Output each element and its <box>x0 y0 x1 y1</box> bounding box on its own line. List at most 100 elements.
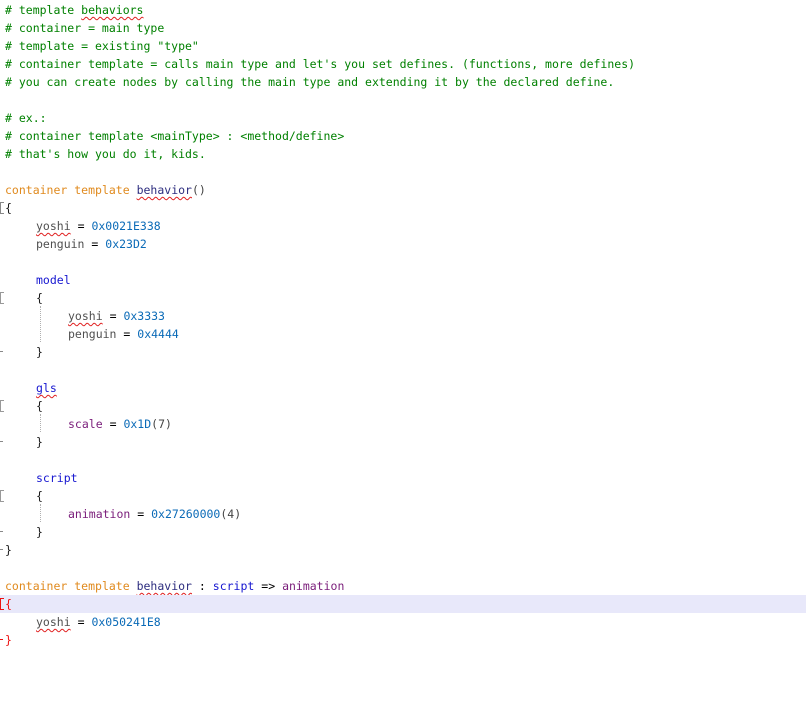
section-label: model <box>36 273 71 287</box>
code-line[interactable]: penguin = 0x23D2 <box>0 235 806 253</box>
code-line[interactable]: } <box>0 631 806 649</box>
section-label: script <box>36 471 78 485</box>
fold-marker-icon[interactable] <box>0 400 4 412</box>
assignment: yoshi = 0x3333 <box>68 307 165 325</box>
code-line[interactable]: gls <box>0 379 806 397</box>
code-line[interactable]: yoshi = 0x3333 <box>0 307 806 325</box>
assignment: penguin = 0x23D2 <box>36 235 147 253</box>
code-line[interactable]: # container template <mainType> : <metho… <box>0 127 806 145</box>
code-line[interactable]: { <box>0 487 806 505</box>
close-brace: } <box>36 525 43 539</box>
field-name: yoshi <box>36 219 71 233</box>
code-line[interactable]: # template behaviors <box>0 1 806 19</box>
hex-value: 0x4444 <box>137 327 179 341</box>
field-name: yoshi <box>36 615 71 629</box>
assignment: yoshi = 0x0021E338 <box>36 217 161 235</box>
code-line[interactable]: # template = existing "type" <box>0 37 806 55</box>
open-brace: { <box>5 201 12 215</box>
code-line[interactable]: container template behavior() <box>0 181 806 199</box>
operator: = <box>109 309 117 323</box>
comment: # container template <mainType> : <metho… <box>5 129 345 143</box>
fold-marker-icon[interactable] <box>0 292 4 304</box>
code-line[interactable]: { <box>0 199 806 217</box>
arrow-operator: => <box>261 579 276 593</box>
operator: = <box>77 219 85 233</box>
fold-marker-icon[interactable] <box>0 598 4 610</box>
code-line[interactable]: penguin = 0x4444 <box>0 325 806 343</box>
comment: # template behaviors <box>5 1 143 19</box>
block-header: container template behavior : script => … <box>5 577 344 595</box>
code-line[interactable]: # that's how you do it, kids. <box>0 145 806 163</box>
code-line[interactable]: } <box>0 541 806 559</box>
fold-end-marker <box>0 441 3 442</box>
fold-end-marker <box>0 351 3 352</box>
hex-value: 0x050241E8 <box>91 615 161 629</box>
keyword-template: template <box>74 183 130 197</box>
hex-value: 0x3333 <box>123 309 165 323</box>
argument: (7) <box>151 417 172 431</box>
code-line[interactable]: script <box>0 469 806 487</box>
assignment: scale = 0x1D(7) <box>68 415 172 433</box>
argument: (4) <box>220 507 242 521</box>
close-brace: } <box>36 435 43 449</box>
field-name: penguin <box>36 237 85 251</box>
indent-guide <box>40 414 41 432</box>
close-brace: } <box>5 633 12 647</box>
code-line[interactable]: # container = main type <box>0 19 806 37</box>
hex-value: 0x27260000 <box>151 507 221 521</box>
comment: # ex.: <box>5 111 47 125</box>
parens: () <box>191 183 206 197</box>
open-brace: { <box>36 291 43 305</box>
code-line[interactable]: container template behavior : script => … <box>0 577 806 595</box>
section-label: gls <box>36 381 57 395</box>
operator: = <box>91 237 99 251</box>
code-line[interactable]: yoshi = 0x0021E338 <box>0 217 806 235</box>
current-line[interactable]: { <box>0 595 806 613</box>
comment: # container template = calls main type a… <box>5 57 636 71</box>
fold-end-marker <box>0 549 3 550</box>
code-editor[interactable]: # template behaviors # container = main … <box>0 0 806 654</box>
open-brace: { <box>5 597 12 611</box>
block-header: container template behavior() <box>5 181 206 199</box>
field-name: scale <box>68 417 103 431</box>
code-line[interactable]: animation = 0x27260000(4) <box>0 505 806 523</box>
code-line[interactable]: scale = 0x1D(7) <box>0 415 806 433</box>
indent-guide <box>40 306 41 342</box>
code-line[interactable]: # you can create nodes by calling the ma… <box>0 73 806 91</box>
code-line[interactable]: } <box>0 343 806 361</box>
code-line[interactable]: model <box>0 271 806 289</box>
hex-value: 0x23D2 <box>105 237 147 251</box>
code-line[interactable]: # container template = calls main type a… <box>0 55 806 73</box>
code-line[interactable]: } <box>0 433 806 451</box>
code-line[interactable]: yoshi = 0x050241E8 <box>0 613 806 631</box>
method-name: script <box>212 579 255 593</box>
assignment: yoshi = 0x050241E8 <box>36 613 161 631</box>
block-name: behavior <box>136 183 192 197</box>
comment: # template = existing "type" <box>5 39 199 53</box>
code-line[interactable]: { <box>0 397 806 415</box>
operator: = <box>109 417 117 431</box>
colon: : <box>198 579 206 593</box>
close-brace: } <box>36 345 43 359</box>
keyword-template: template <box>74 579 130 593</box>
comment-prefix: # template <box>5 3 82 17</box>
keyword-container: container <box>5 183 68 197</box>
code-line[interactable]: { <box>0 289 806 307</box>
assignment: animation = 0x27260000(4) <box>68 505 241 523</box>
operator: = <box>123 327 131 341</box>
fold-marker-icon[interactable] <box>0 202 4 214</box>
spell-error: behaviors <box>81 3 144 17</box>
code-line[interactable]: } <box>0 523 806 541</box>
fold-marker-icon[interactable] <box>0 490 4 502</box>
open-brace: { <box>36 489 43 503</box>
code-line[interactable]: # ex.: <box>0 109 806 127</box>
comment: # you can create nodes by calling the ma… <box>5 75 615 89</box>
operator: = <box>77 615 85 629</box>
open-brace: { <box>36 399 43 413</box>
keyword-container: container <box>5 579 68 593</box>
field-name: animation <box>68 507 131 521</box>
comment: # container = main type <box>5 21 165 35</box>
field-name: yoshi <box>68 309 103 323</box>
fold-end-marker <box>0 531 3 532</box>
indent-guide <box>40 504 41 522</box>
